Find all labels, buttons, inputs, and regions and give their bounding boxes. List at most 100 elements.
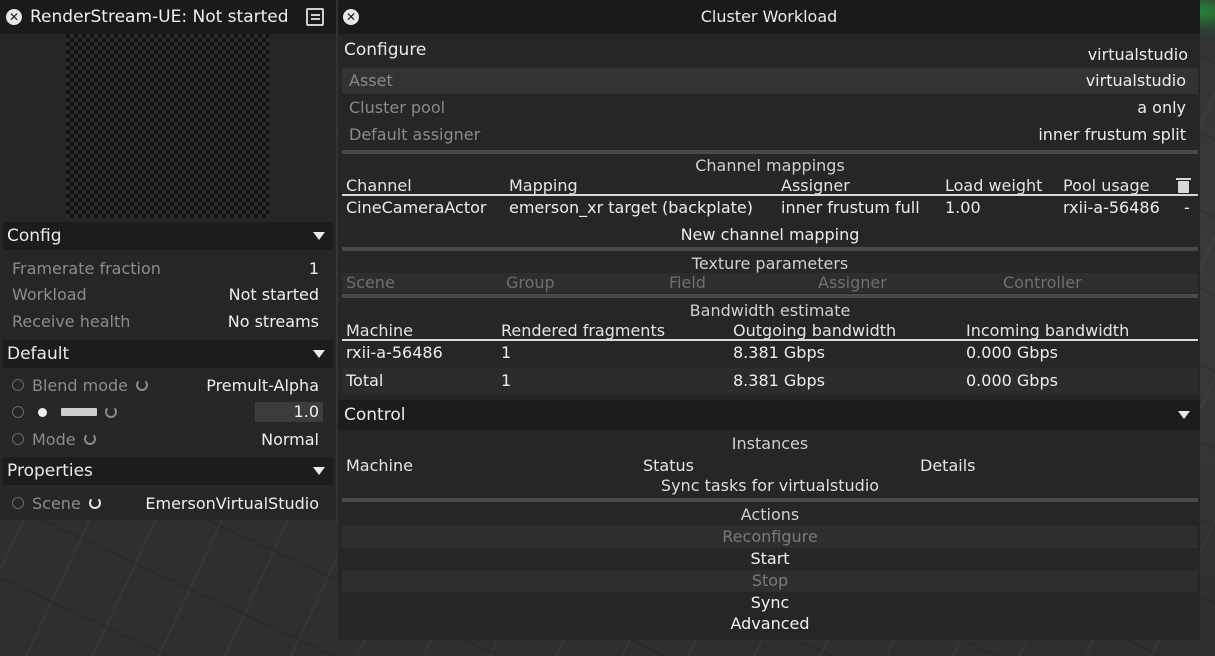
separator [342, 150, 1198, 154]
column-header: Machine [346, 456, 413, 475]
brightness-slider[interactable] [61, 408, 97, 416]
column-header: Field [669, 273, 706, 292]
column-header: Details [920, 456, 976, 475]
separator [342, 498, 1198, 502]
column-header: Status [643, 456, 694, 475]
column-header: Controller [1003, 273, 1082, 292]
cluster-titlebar: ✕ Cluster Workload [338, 0, 1200, 34]
sync-tasks-label: Sync tasks for virtualstudio [660, 476, 880, 495]
incoming-cell: 0.000 Gbps [966, 343, 1058, 362]
sequence-clock-icon[interactable] [12, 406, 24, 418]
sync-button[interactable]: Sync [342, 592, 1198, 614]
close-icon[interactable]: ✕ [6, 9, 22, 25]
properties-label: Properties [7, 461, 93, 481]
reset-icon[interactable] [83, 433, 96, 445]
incoming-cell: 0.000 Gbps [966, 371, 1058, 390]
advanced-button[interactable]: Advanced [342, 613, 1198, 635]
control-section-header[interactable]: Control [338, 400, 1200, 430]
brightness-key [12, 406, 117, 418]
table-row[interactable]: CineCameraActor emerson_xr target (backp… [342, 196, 1198, 220]
property-value: Not started [228, 284, 319, 304]
start-button[interactable]: Start [342, 548, 1198, 570]
configure-label: Configure [344, 40, 427, 60]
column-header: Mapping [509, 176, 578, 195]
mapping-cell: emerson_xr target (backplate) [509, 198, 754, 217]
fragments-cell: 1 [501, 371, 512, 390]
blend-mode-key: Blend mode [12, 375, 149, 395]
receive-health-row: Receive health No streams [3, 308, 333, 334]
column-header: Pool usage [1063, 176, 1150, 195]
property-label: Asset [349, 71, 393, 90]
default-label: Default [7, 344, 70, 364]
channel-cell: CineCameraActor [346, 198, 487, 217]
property-value: virtualstudio [1085, 71, 1186, 90]
texture-header-row: Scene Group Field Assigner Controller [342, 273, 1198, 293]
property-value[interactable]: Normal [261, 430, 319, 449]
sequence-clock-icon[interactable] [12, 497, 24, 509]
texture-parameters-label: Texture parameters [691, 254, 849, 273]
machine-cell: Total [346, 371, 384, 390]
reconfigure-button[interactable]: Reconfigure [342, 526, 1198, 548]
default-section-header[interactable]: Default [3, 340, 333, 368]
property-value: 1 [308, 258, 319, 278]
column-header: Assigner [818, 273, 887, 292]
panel-title: RenderStream-UE: Not started [30, 7, 289, 27]
lightbulb-icon [38, 407, 47, 417]
config-section-header[interactable]: Config [3, 222, 333, 250]
scene-key: Scene [12, 494, 101, 513]
chevron-down-icon [313, 467, 325, 475]
column-header: Channel [346, 176, 412, 195]
cluster-pool-row[interactable]: Cluster pool a only [342, 95, 1198, 121]
reset-icon[interactable] [136, 379, 149, 391]
chevron-down-icon [1178, 411, 1190, 419]
properties-section-header[interactable]: Properties [3, 457, 333, 485]
fragments-cell: 1 [501, 343, 512, 362]
property-value[interactable]: Premult-Alpha [206, 376, 319, 395]
sequence-clock-icon[interactable] [12, 379, 24, 391]
outgoing-cell: 8.381 Gbps [733, 371, 825, 390]
property-value: inner frustum split [1038, 125, 1186, 144]
configure-value[interactable]: virtualstudio [1088, 45, 1188, 64]
sequence-clock-icon[interactable] [12, 433, 24, 445]
framerate-fraction-row[interactable]: Framerate fraction 1 [3, 255, 333, 281]
property-label: Blend mode [32, 375, 129, 395]
column-header: Group [506, 273, 555, 292]
panel-title: Cluster Workload [700, 7, 838, 26]
property-label: Scene [32, 493, 81, 513]
scene-row[interactable]: Scene EmersonVirtualStudio [3, 490, 333, 516]
mode-row[interactable]: Mode Normal [3, 426, 333, 452]
property-label: Mode [32, 429, 76, 449]
brightness-value-field[interactable]: 1.0 [255, 402, 323, 422]
column-header: Machine [346, 321, 413, 340]
renderstream-panel: ✕ RenderStream-UE: Not started Config Fr… [0, 0, 336, 520]
new-channel-mapping-button[interactable]: New channel mapping [342, 224, 1198, 246]
assigner-cell: inner frustum full [781, 198, 920, 217]
asset-row[interactable]: Asset virtualstudio [342, 68, 1198, 94]
column-header: Incoming bandwidth [966, 321, 1130, 340]
actions-label: Actions [740, 505, 800, 524]
bandwidth-estimate-label: Bandwidth estimate [689, 301, 851, 320]
property-label: Default assigner [349, 125, 481, 144]
table-row: rxii-a-56486 1 8.381 Gbps 0.000 Gbps [342, 341, 1198, 365]
reset-icon[interactable] [88, 497, 101, 509]
trash-icon[interactable] [1176, 178, 1191, 193]
brightness-row[interactable]: 1.0 [3, 399, 333, 425]
delete-cell[interactable]: - [1184, 198, 1190, 217]
default-assigner-row[interactable]: Default assigner inner frustum split [342, 122, 1198, 148]
property-value: No streams [227, 311, 319, 331]
chevron-down-icon [313, 350, 325, 358]
property-value[interactable]: EmersonVirtualStudio [145, 494, 319, 513]
stop-button[interactable]: Stop [342, 570, 1198, 592]
control-label: Control [344, 405, 406, 425]
workload-row: Workload Not started [3, 281, 333, 307]
machine-cell: rxii-a-56486 [346, 343, 443, 362]
cluster-workload-panel: ✕ Cluster Workload Configure virtualstud… [338, 0, 1200, 640]
preview-thumbnail [66, 34, 269, 218]
reset-icon[interactable] [105, 406, 117, 418]
blend-mode-row[interactable]: Blend mode Premult-Alpha [3, 372, 333, 398]
outgoing-cell: 8.381 Gbps [733, 343, 825, 362]
property-label: Cluster pool [349, 98, 446, 117]
mode-key: Mode [12, 430, 96, 449]
separator [342, 294, 1198, 298]
document-icon[interactable] [306, 8, 324, 26]
